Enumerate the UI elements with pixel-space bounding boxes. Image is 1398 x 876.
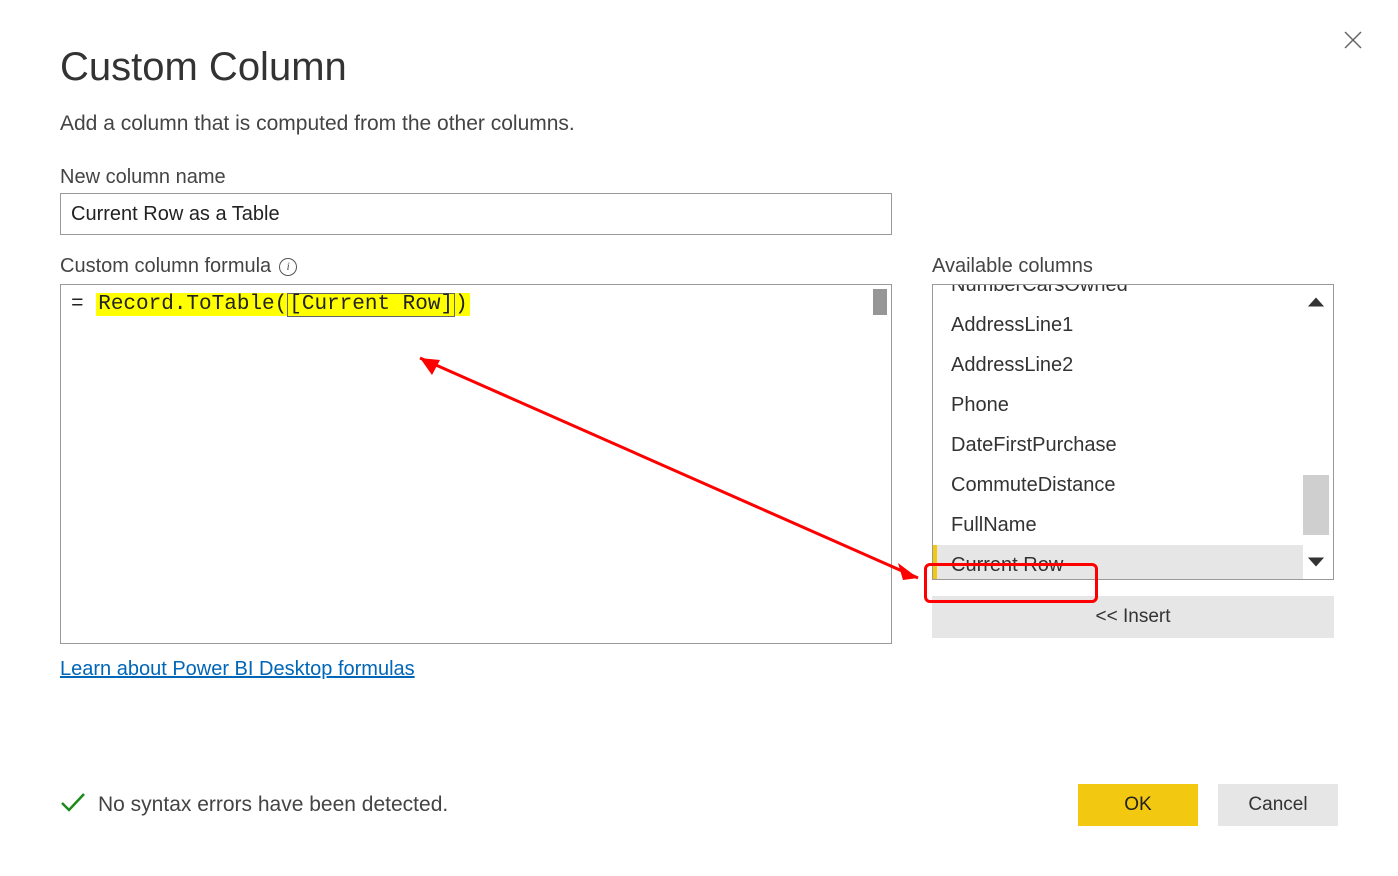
- available-column-item[interactable]: FullName: [933, 505, 1303, 545]
- scroll-thumb[interactable]: [1303, 475, 1329, 535]
- available-column-item[interactable]: AddressLine2: [933, 345, 1303, 385]
- status-text: No syntax errors have been detected.: [98, 793, 448, 817]
- learn-link[interactable]: Learn about Power BI Desktop formulas: [60, 658, 415, 681]
- available-column-item[interactable]: NumberCarsOwned: [933, 284, 1303, 305]
- dialog-subtitle: Add a column that is computed from the o…: [60, 112, 1338, 136]
- available-column-item[interactable]: Current Row: [933, 545, 1303, 580]
- dialog-title: Custom Column: [60, 45, 1338, 90]
- info-icon[interactable]: i: [279, 258, 297, 276]
- scroll-track[interactable]: [1303, 315, 1329, 549]
- formula-code-highlighted: Record.ToTable([Current Row]): [96, 293, 469, 316]
- close-button[interactable]: [1338, 25, 1368, 55]
- formula-editor[interactable]: = Record.ToTable([Current Row]): [60, 284, 892, 644]
- scroll-up-button[interactable]: [1303, 289, 1329, 315]
- custom-column-dialog: Custom Column Add a column that is compu…: [0, 0, 1398, 876]
- available-column-item[interactable]: DateFirstPurchase: [933, 425, 1303, 465]
- scroll-down-button[interactable]: [1303, 549, 1329, 575]
- available-column-item[interactable]: Phone: [933, 385, 1303, 425]
- formula-label: Custom column formula: [60, 255, 271, 278]
- checkmark-icon: [60, 791, 86, 819]
- cancel-button[interactable]: Cancel: [1218, 784, 1338, 826]
- formula-prefix: =: [71, 293, 96, 316]
- formula-scrollbar-thumb[interactable]: [873, 289, 887, 315]
- available-column-item[interactable]: CommuteDistance: [933, 465, 1303, 505]
- available-column-item[interactable]: AddressLine1: [933, 305, 1303, 345]
- available-columns-label: Available columns: [932, 255, 1334, 278]
- column-name-input[interactable]: [60, 193, 892, 235]
- column-name-label: New column name: [60, 166, 1338, 189]
- available-scrollbar: [1303, 289, 1329, 575]
- ok-button[interactable]: OK: [1078, 784, 1198, 826]
- available-columns-list: NumberCarsOwnedAddressLine1AddressLine2P…: [932, 284, 1334, 580]
- insert-button[interactable]: << Insert: [932, 596, 1334, 638]
